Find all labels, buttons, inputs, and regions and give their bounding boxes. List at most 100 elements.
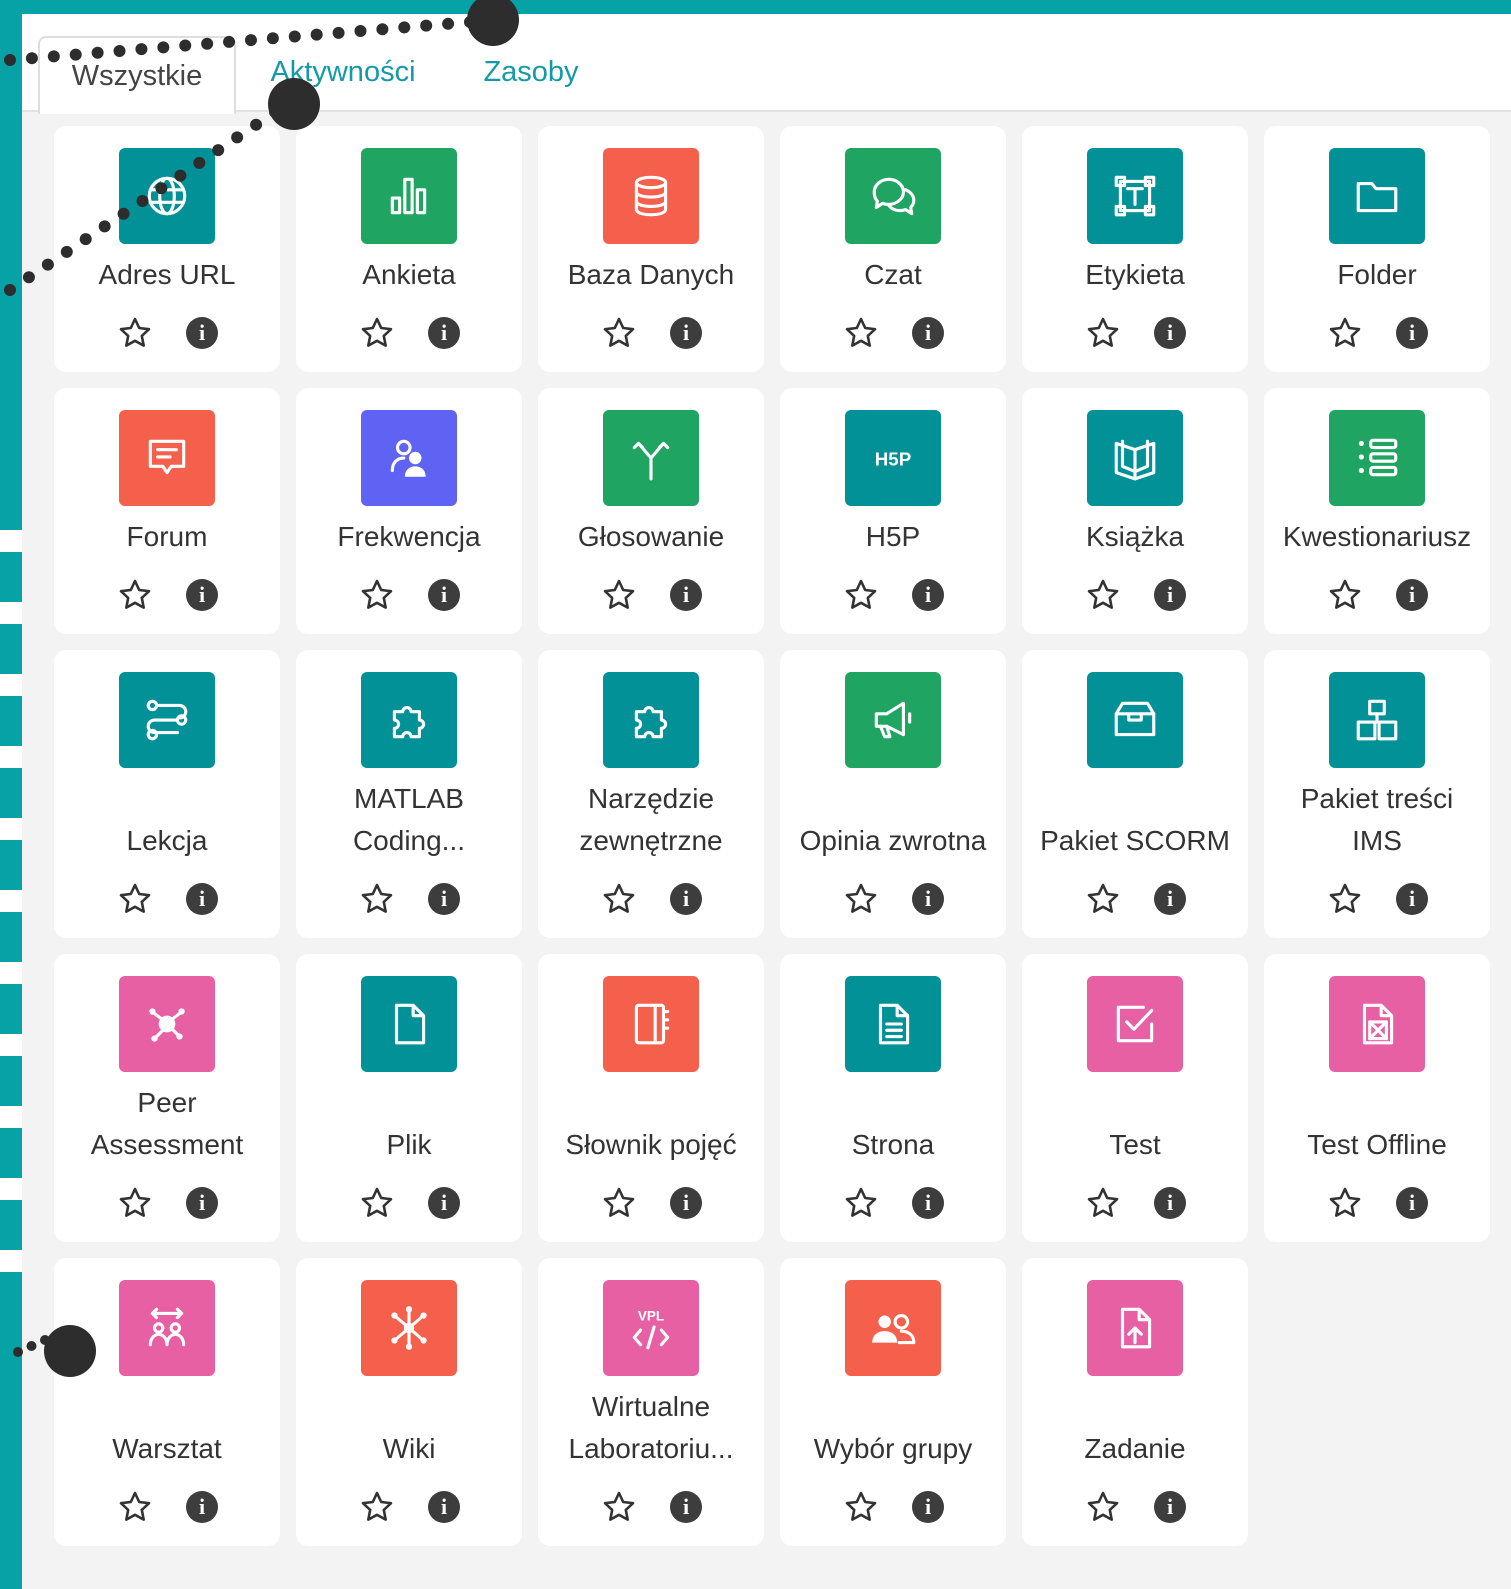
module-card-opinia-zwrotna[interactable]: Opinia zwrotna i: [780, 650, 1006, 938]
info-icon[interactable]: i: [186, 1187, 218, 1219]
module-card-strona[interactable]: Strona i: [780, 954, 1006, 1242]
info-icon[interactable]: i: [912, 317, 944, 349]
module-name: Lekcja: [126, 825, 208, 856]
module-card-baza-danych[interactable]: Baza Danych i: [538, 126, 764, 372]
info-icon[interactable]: i: [670, 1491, 702, 1523]
star-icon[interactable]: [602, 1490, 636, 1524]
star-icon[interactable]: [118, 1186, 152, 1220]
workshop-icon: [119, 1280, 215, 1376]
star-icon[interactable]: [844, 1186, 878, 1220]
info-icon[interactable]: i: [186, 1491, 218, 1523]
module-card-matlab-coding[interactable]: MATLAB Coding... i: [296, 650, 522, 938]
star-icon[interactable]: [360, 578, 394, 612]
info-icon[interactable]: i: [1154, 579, 1186, 611]
star-icon[interactable]: [1086, 316, 1120, 350]
star-icon[interactable]: [118, 316, 152, 350]
info-icon[interactable]: i: [186, 883, 218, 915]
module-card-peer-assessment[interactable]: Peer Assessment i: [54, 954, 280, 1242]
module-card-wirtualne-laboratoriu[interactable]: VPL Wirtualne Laboratoriu... i: [538, 1258, 764, 1546]
star-icon[interactable]: [844, 1490, 878, 1524]
folder-icon: [1329, 148, 1425, 244]
info-icon[interactable]: i: [912, 579, 944, 611]
star-icon[interactable]: [360, 316, 394, 350]
star-icon[interactable]: [360, 1490, 394, 1524]
module-name: H5P: [865, 521, 921, 552]
attendance-icon: [361, 410, 457, 506]
module-card-test[interactable]: Test i: [1022, 954, 1248, 1242]
star-icon[interactable]: [1328, 1186, 1362, 1220]
module-name: Frekwencja: [337, 521, 481, 552]
info-icon[interactable]: i: [1154, 317, 1186, 349]
module-card-wybór-grupy[interactable]: Wybór grupy i: [780, 1258, 1006, 1546]
star-icon[interactable]: [844, 316, 878, 350]
info-icon[interactable]: i: [670, 317, 702, 349]
star-icon[interactable]: [1086, 1186, 1120, 1220]
module-card-forum[interactable]: Forum i: [54, 388, 280, 634]
star-icon[interactable]: [844, 578, 878, 612]
module-card-pakiet-scorm[interactable]: Pakiet SCORM i: [1022, 650, 1248, 938]
star-icon[interactable]: [602, 578, 636, 612]
puzzle-icon: [603, 672, 699, 768]
module-card-adres-url[interactable]: Adres URL i: [54, 126, 280, 372]
module-card-frekwencja[interactable]: Frekwencja i: [296, 388, 522, 634]
star-icon[interactable]: [360, 1186, 394, 1220]
module-card-test-offline[interactable]: Test Offline i: [1264, 954, 1490, 1242]
info-icon[interactable]: i: [1396, 1187, 1428, 1219]
info-icon[interactable]: i: [1154, 883, 1186, 915]
module-card-ankieta[interactable]: Ankieta i: [296, 126, 522, 372]
info-icon[interactable]: i: [428, 579, 460, 611]
star-icon[interactable]: [602, 882, 636, 916]
module-card-folder[interactable]: Folder i: [1264, 126, 1490, 372]
info-icon[interactable]: i: [912, 1491, 944, 1523]
module-card-h5p[interactable]: H5P H5P i: [780, 388, 1006, 634]
tab-all[interactable]: Wszystkie: [38, 36, 236, 114]
module-card-kwestionariusz[interactable]: Kwestionariusz i: [1264, 388, 1490, 634]
info-icon[interactable]: i: [670, 883, 702, 915]
star-icon[interactable]: [360, 882, 394, 916]
module-card-warsztat[interactable]: Warsztat i: [54, 1258, 280, 1546]
info-icon[interactable]: i: [428, 1187, 460, 1219]
info-icon[interactable]: i: [1154, 1187, 1186, 1219]
info-icon[interactable]: i: [1396, 883, 1428, 915]
info-icon[interactable]: i: [1154, 1491, 1186, 1523]
star-icon[interactable]: [118, 882, 152, 916]
h5p-icon: H5P: [845, 410, 941, 506]
star-icon[interactable]: [602, 316, 636, 350]
star-icon[interactable]: [118, 578, 152, 612]
tab-activities[interactable]: Aktywności: [248, 34, 438, 110]
star-icon[interactable]: [118, 1490, 152, 1524]
info-icon[interactable]: i: [428, 317, 460, 349]
tab-resources[interactable]: Zasoby: [466, 34, 596, 110]
star-icon[interactable]: [1086, 578, 1120, 612]
module-card-czat[interactable]: Czat i: [780, 126, 1006, 372]
info-icon[interactable]: i: [670, 579, 702, 611]
star-icon[interactable]: [1328, 316, 1362, 350]
star-icon[interactable]: [1328, 578, 1362, 612]
module-card-pakiet-treści-ims[interactable]: Pakiet treści IMS i: [1264, 650, 1490, 938]
module-card-lekcja[interactable]: Lekcja i: [54, 650, 280, 938]
info-icon[interactable]: i: [1396, 317, 1428, 349]
module-card-plik[interactable]: Plik i: [296, 954, 522, 1242]
star-icon[interactable]: [1086, 882, 1120, 916]
info-icon[interactable]: i: [1396, 579, 1428, 611]
module-card-zadanie[interactable]: Zadanie i: [1022, 1258, 1248, 1546]
info-icon[interactable]: i: [912, 883, 944, 915]
tab-bar: Wszystkie Aktywności Zasoby: [22, 14, 1511, 114]
info-icon[interactable]: i: [670, 1187, 702, 1219]
info-icon[interactable]: i: [912, 1187, 944, 1219]
star-icon[interactable]: [602, 1186, 636, 1220]
info-icon[interactable]: i: [186, 579, 218, 611]
module-card-narzędzie-zewnętrzne[interactable]: Narzędzie zewnętrzne i: [538, 650, 764, 938]
info-icon[interactable]: i: [428, 883, 460, 915]
module-card-słownik-pojęć[interactable]: Słownik pojęć i: [538, 954, 764, 1242]
module-card-wiki[interactable]: Wiki i: [296, 1258, 522, 1546]
star-icon[interactable]: [1086, 1490, 1120, 1524]
star-icon[interactable]: [1328, 882, 1362, 916]
module-card-książka[interactable]: Książka i: [1022, 388, 1248, 634]
module-card-etykieta[interactable]: Etykieta i: [1022, 126, 1248, 372]
info-icon[interactable]: i: [428, 1491, 460, 1523]
book-icon: [1087, 410, 1183, 506]
star-icon[interactable]: [844, 882, 878, 916]
info-icon[interactable]: i: [186, 317, 218, 349]
module-card-głosowanie[interactable]: Głosowanie i: [538, 388, 764, 634]
